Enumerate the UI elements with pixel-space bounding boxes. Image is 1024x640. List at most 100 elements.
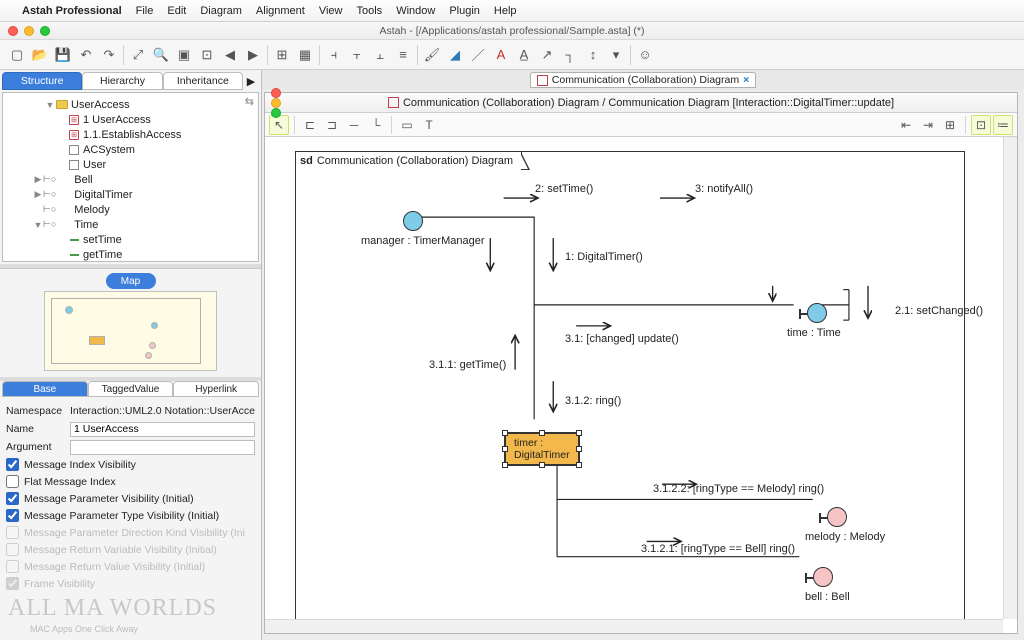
prop-check[interactable]: Message Parameter Visibility (Initial): [6, 490, 255, 507]
close-window-icon[interactable]: [8, 26, 18, 36]
select-tool-icon[interactable]: ↖: [269, 115, 289, 135]
font-color-icon[interactable]: A: [490, 44, 512, 66]
lifeline-manager[interactable]: [403, 211, 423, 231]
font-icon[interactable]: A̲: [513, 44, 535, 66]
guides-icon[interactable]: ≔: [993, 115, 1013, 135]
inner-close-icon[interactable]: [271, 88, 281, 98]
lifeline-melody[interactable]: [827, 507, 847, 527]
tab-hierarchy[interactable]: Hierarchy: [82, 72, 162, 90]
redo-icon[interactable]: ↷: [98, 44, 120, 66]
fill-color-icon[interactable]: ◢: [444, 44, 466, 66]
message-tool-icon[interactable]: └: [366, 115, 386, 135]
menu-alignment[interactable]: Alignment: [256, 5, 305, 17]
tab-hyperlink[interactable]: Hyperlink: [173, 381, 259, 397]
circle-icon: [58, 174, 72, 186]
link-tool-icon[interactable]: ─: [344, 115, 364, 135]
open-file-icon[interactable]: 📂: [29, 44, 51, 66]
minimap[interactable]: [44, 291, 217, 371]
line-color-icon[interactable]: ／: [467, 44, 489, 66]
tree-item[interactable]: getTime: [5, 247, 256, 262]
window-title: Astah - [/Applications/astah professiona…: [380, 25, 645, 37]
nav-prev-icon[interactable]: ◀: [219, 44, 241, 66]
lifeline-time[interactable]: [807, 303, 827, 323]
prop-check[interactable]: Message Index Visibility: [6, 456, 255, 473]
prop-check[interactable]: Message Parameter Type Visibility (Initi…: [6, 507, 255, 524]
prop-check[interactable]: Flat Message Index: [6, 473, 255, 490]
grid-icon[interactable]: ⊞: [271, 44, 293, 66]
inner-min-icon[interactable]: [271, 98, 281, 108]
snap-icon[interactable]: ▦: [294, 44, 316, 66]
paint-icon[interactable]: 🖌: [421, 44, 443, 66]
align-left-icon[interactable]: ⫞: [323, 44, 345, 66]
menu-diagram[interactable]: Diagram: [200, 5, 242, 17]
argument-input[interactable]: [70, 440, 255, 455]
tree-item[interactable]: ▶⊢○Bell: [5, 172, 256, 187]
menu-plugin[interactable]: Plugin: [449, 5, 480, 17]
tab-taggedvalue[interactable]: TaggedValue: [88, 381, 174, 397]
tree-sync-icon[interactable]: ⇆: [245, 95, 254, 108]
nav-next-icon[interactable]: ▶: [242, 44, 264, 66]
diagram-canvas[interactable]: sdCommunication (Collaboration) Diagram …: [265, 137, 1017, 633]
align-center-icon[interactable]: ⫟: [346, 44, 368, 66]
doc-tab-communication[interactable]: Communication (Collaboration) Diagram ×: [530, 72, 756, 88]
checkbox[interactable]: [6, 458, 19, 471]
structure-tabs: Structure Hierarchy Inheritance ▶: [0, 70, 261, 90]
close-tab-icon[interactable]: ×: [743, 74, 749, 86]
note-tool-icon[interactable]: ▭: [397, 115, 417, 135]
checkbox[interactable]: [6, 492, 19, 505]
align-h-icon[interactable]: ⇤: [896, 115, 916, 135]
tab-structure[interactable]: Structure: [2, 72, 82, 90]
save-icon[interactable]: 💾: [52, 44, 74, 66]
menu-file[interactable]: File: [136, 5, 154, 17]
map-button[interactable]: Map: [106, 273, 156, 289]
tab-inheritance[interactable]: Inheritance: [163, 72, 243, 90]
text-tool-icon[interactable]: T: [419, 115, 439, 135]
autolayout-icon[interactable]: ⊞: [940, 115, 960, 135]
tree-item[interactable]: ⊞1 UserAccess: [5, 112, 256, 127]
zoom-fit-icon[interactable]: ▣: [173, 44, 195, 66]
object-timer[interactable]: timer : DigitalTimer: [505, 433, 579, 465]
menu-view[interactable]: View: [319, 5, 343, 17]
zoom-out-icon[interactable]: ⤢: [127, 44, 149, 66]
menu-window[interactable]: Window: [396, 5, 435, 17]
tree-item[interactable]: setTime: [5, 232, 256, 247]
align-v-icon[interactable]: ⇥: [918, 115, 938, 135]
align-right-icon[interactable]: ⫠: [369, 44, 391, 66]
tree-item[interactable]: ACSystem: [5, 142, 256, 157]
tree-item[interactable]: ⊢○Melody: [5, 202, 256, 217]
tree-item[interactable]: ▶⊢○DigitalTimer: [5, 187, 256, 202]
fit-icon[interactable]: ⊡: [971, 115, 991, 135]
lifeline2-tool-icon[interactable]: ⊐: [322, 115, 342, 135]
name-input[interactable]: [70, 422, 255, 437]
app-name[interactable]: Astah Professional: [22, 5, 122, 17]
zoom-in-icon[interactable]: 🔍: [150, 44, 172, 66]
zoom-actual-icon[interactable]: ⊡: [196, 44, 218, 66]
emoji-icon[interactable]: ☺: [634, 44, 656, 66]
line-style-icon[interactable]: ┐: [559, 44, 581, 66]
menu-edit[interactable]: Edit: [167, 5, 186, 17]
tab-base[interactable]: Base: [2, 381, 88, 397]
tree-item[interactable]: ⊞1.1.EstablishAccess: [5, 127, 256, 142]
new-file-icon[interactable]: ▢: [6, 44, 28, 66]
tree-item[interactable]: ▼⊢○Time: [5, 217, 256, 232]
checkbox[interactable]: [6, 475, 19, 488]
scrollbar-horizontal[interactable]: [265, 619, 1003, 633]
checkbox[interactable]: [6, 509, 19, 522]
distribute-icon[interactable]: ≡: [392, 44, 414, 66]
arrow-style-icon[interactable]: ↕: [582, 44, 604, 66]
scrollbar-vertical[interactable]: [1003, 137, 1017, 619]
tree-item[interactable]: User: [5, 157, 256, 172]
undo-icon[interactable]: ↶: [75, 44, 97, 66]
model-tree[interactable]: ⇆ ▼UserAccess⊞1 UserAccess⊞1.1.Establish…: [2, 92, 259, 262]
minimize-window-icon[interactable]: [24, 26, 34, 36]
menu-help[interactable]: Help: [494, 5, 517, 17]
tab-overflow-icon[interactable]: ▶: [243, 75, 259, 88]
inner-zoom-icon[interactable]: [271, 108, 281, 118]
zoom-window-icon[interactable]: [40, 26, 50, 36]
connector-icon[interactable]: ↗: [536, 44, 558, 66]
more-icon[interactable]: ▾: [605, 44, 627, 66]
menu-tools[interactable]: Tools: [357, 5, 383, 17]
lifeline-tool-icon[interactable]: ⊏: [300, 115, 320, 135]
lifeline-bell[interactable]: [813, 567, 833, 587]
tree-item[interactable]: ▼UserAccess: [5, 97, 256, 112]
